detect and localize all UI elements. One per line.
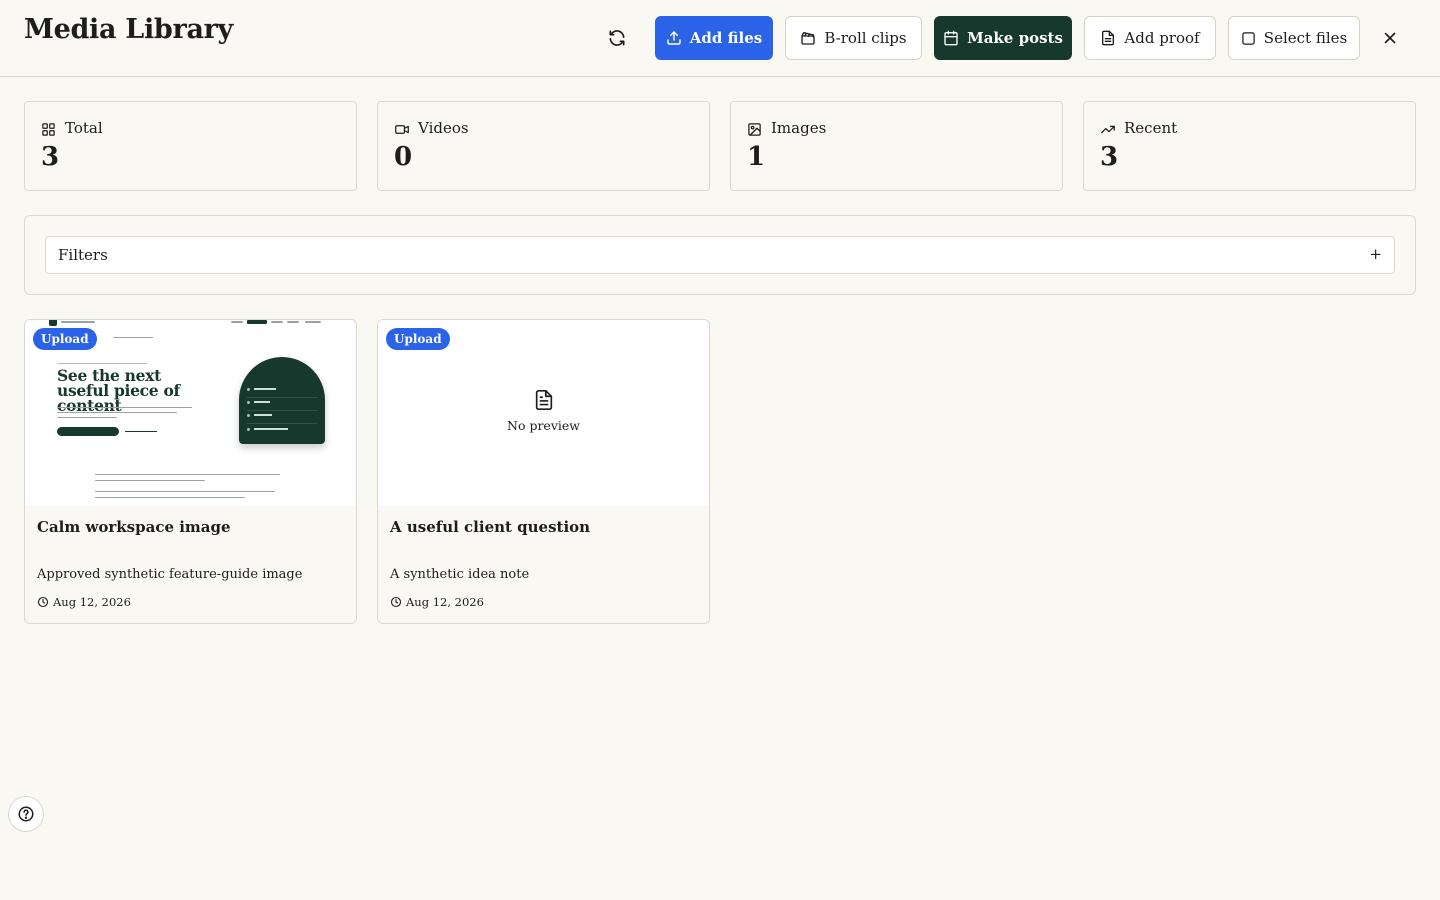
preview-arch-panel (239, 357, 325, 444)
clapperboard-icon (801, 31, 816, 45)
plus-icon: + (1369, 245, 1382, 263)
filters-label: Filters (58, 246, 108, 264)
media-thumbnail: See the next useful piece of content Upl… (25, 320, 356, 506)
card-date: Aug 12, 2026 (390, 595, 484, 609)
preview-list-dot (247, 401, 250, 404)
select-files-label: Select files (1263, 29, 1348, 47)
filters-toggle[interactable]: Filters + (45, 236, 1395, 274)
preview-nav-line (231, 321, 243, 323)
stat-value: 0 (394, 142, 413, 172)
stat-label: Total (65, 119, 103, 137)
grid-icon (42, 123, 55, 136)
make-posts-button[interactable]: Make posts (934, 16, 1072, 60)
add-proof-button[interactable]: Add proof (1084, 16, 1216, 60)
image-icon (748, 123, 761, 136)
preview-nav-line (305, 321, 321, 323)
clock-icon (37, 596, 49, 608)
preview-line (57, 412, 177, 413)
upload-badge: Upload (33, 328, 97, 350)
page-title: Media Library (24, 14, 233, 45)
stat-value: 1 (747, 142, 766, 172)
preview-line (57, 407, 192, 408)
stat-value: 3 (41, 142, 60, 172)
make-posts-label: Make posts (967, 29, 1063, 47)
broll-clips-label: B-roll clips (824, 29, 907, 47)
trending-up-icon (1101, 125, 1115, 134)
calendar-icon (944, 30, 958, 46)
broll-clips-button[interactable]: B-roll clips (785, 16, 922, 60)
card-title: Calm workspace image (37, 518, 231, 536)
preview-list-item (254, 401, 270, 403)
preview-nav-line (61, 321, 95, 323)
stat-card-images: Images 1 (730, 101, 1063, 191)
stat-card-recent: Recent 3 (1083, 101, 1416, 191)
header: Media Library Add files B-roll clips Mak… (0, 0, 1440, 77)
upload-icon (667, 31, 681, 45)
clock-icon (390, 596, 402, 608)
preview-list-item (254, 414, 272, 416)
preview-divider (247, 410, 317, 411)
card-title: A useful client question (390, 518, 591, 536)
preview-nav-line (287, 321, 299, 323)
preview-divider (247, 423, 317, 424)
preview-line (57, 417, 117, 418)
preview-list-dot (247, 428, 250, 431)
card-date: Aug 12, 2026 (37, 595, 131, 609)
preview-nav-pill (247, 320, 267, 324)
add-proof-label: Add proof (1124, 29, 1200, 47)
no-preview: No preview (378, 388, 709, 433)
preview-cta (57, 427, 119, 436)
preview-line (95, 480, 205, 481)
preview-list-item (254, 428, 288, 430)
help-button[interactable] (8, 796, 44, 832)
preview-list-dot (247, 414, 250, 417)
media-card[interactable]: See the next useful piece of content Upl… (24, 319, 357, 624)
preview-line (95, 497, 245, 498)
card-date-text: Aug 12, 2026 (406, 595, 484, 609)
preview-line (95, 474, 280, 475)
preview-logo (49, 320, 57, 326)
video-icon (395, 125, 409, 134)
add-files-label: Add files (689, 29, 763, 47)
document-icon (1102, 30, 1115, 46)
preview-line (57, 363, 147, 364)
card-description: A synthetic idea note (390, 567, 530, 582)
file-text-icon (535, 390, 552, 410)
preview-nav-line (271, 321, 283, 323)
filters-panel: Filters + (24, 215, 1416, 295)
preview-line (113, 337, 153, 338)
media-thumbnail: Upload No preview (378, 320, 709, 506)
preview-list-item (254, 388, 276, 390)
media-card[interactable]: Upload No preview A useful client questi… (377, 319, 710, 624)
stat-label: Recent (1124, 119, 1178, 137)
upload-badge: Upload (386, 328, 450, 350)
checkbox-icon (1242, 31, 1255, 45)
add-files-button[interactable]: Add files (655, 16, 773, 60)
select-files-button[interactable]: Select files (1228, 16, 1360, 60)
card-description: Approved synthetic feature-guide image (37, 567, 303, 582)
refresh-button[interactable] (598, 20, 636, 56)
preview-link (125, 431, 157, 432)
stat-label: Videos (418, 119, 469, 137)
preview-line (95, 491, 275, 492)
card-date-text: Aug 12, 2026 (53, 595, 131, 609)
preview-divider (247, 397, 317, 398)
preview-list-dot (247, 388, 250, 391)
close-icon (1384, 32, 1396, 44)
stat-card-total: Total 3 (24, 101, 357, 191)
help-icon (18, 806, 34, 822)
stat-value: 3 (1100, 142, 1119, 172)
close-button[interactable] (1374, 22, 1406, 54)
refresh-icon (609, 30, 625, 46)
stat-card-videos: Videos 0 (377, 101, 710, 191)
stat-label: Images (771, 119, 827, 137)
no-preview-label: No preview (507, 418, 580, 433)
